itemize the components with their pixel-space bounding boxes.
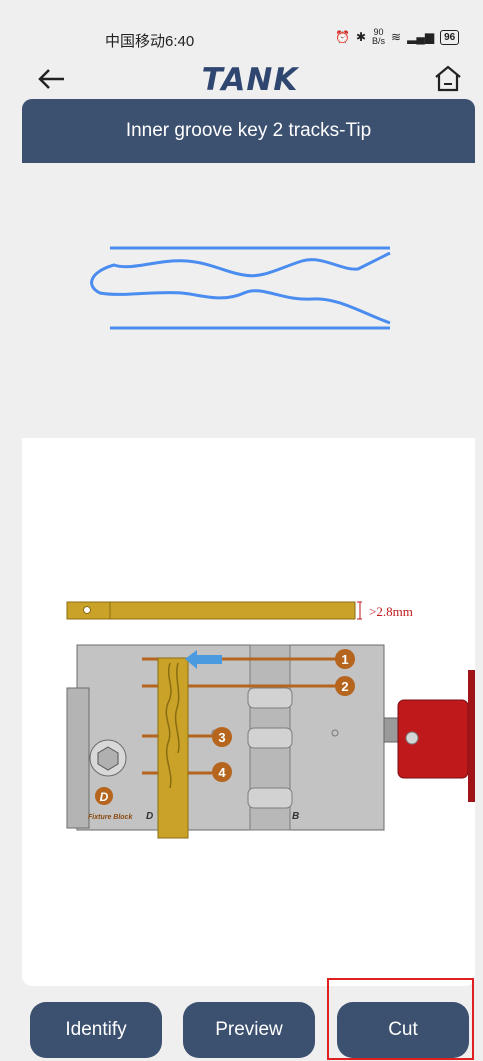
letter-d: D xyxy=(146,811,153,822)
network-speed: 90 B/s xyxy=(372,27,386,46)
svg-text:3: 3 xyxy=(218,730,225,745)
preview-button[interactable]: Preview xyxy=(183,1002,315,1058)
slot-badge-3: 3 xyxy=(212,727,232,747)
status-icons: ⏰ ✱ 90 B/s ≋ ▂▄▆ 96 xyxy=(335,27,460,46)
identify-button[interactable]: Identify xyxy=(30,1002,162,1058)
svg-text:1: 1 xyxy=(341,652,348,667)
thickness-label: >2.8mm xyxy=(369,604,413,619)
carrier-time: 中国移动6:40 xyxy=(105,33,195,50)
battery-indicator: 96 xyxy=(440,29,460,45)
letter-b: B xyxy=(292,811,299,822)
cut-button-highlight xyxy=(327,978,474,1060)
slot-badge-2: 2 xyxy=(335,676,355,696)
slot-badge-4: 4 xyxy=(212,762,232,782)
page-title: Inner groove key 2 tracks-Tip xyxy=(125,120,372,141)
wifi-icon: ≋ xyxy=(391,30,402,44)
alarm-icon: ⏰ xyxy=(335,30,350,44)
key-profile-drawing xyxy=(90,246,391,330)
slot-badge-1: 1 xyxy=(335,649,355,669)
fixture-block-name: Fixture Block xyxy=(88,814,133,821)
inserted-key xyxy=(157,657,189,839)
app-bar: TANK xyxy=(0,60,483,102)
back-arrow-icon[interactable] xyxy=(36,63,68,95)
fixture-diagram-card: >2.8mm D Fixture Block D B 1 2 3 4 xyxy=(22,438,475,986)
block-letter: D xyxy=(100,790,109,804)
fixture-diagram: >2.8mm D Fixture Block D B 1 2 3 4 xyxy=(66,601,475,839)
bluetooth-icon: ✱ xyxy=(355,30,367,44)
status-bar: 中国移动6:40 ⏰ ✱ 90 B/s ≋ ▂▄▆ 96 xyxy=(0,0,483,58)
red-clamp xyxy=(383,670,475,802)
key-profile-area xyxy=(22,163,475,438)
app-logo: TANK xyxy=(201,62,299,98)
home-icon[interactable] xyxy=(433,63,463,95)
page-title-bar: Inner groove key 2 tracks-Tip xyxy=(22,99,475,163)
signal-icon: ▂▄▆ xyxy=(407,30,435,44)
key-blank-side-view: >2.8mm xyxy=(66,601,413,620)
svg-text:4: 4 xyxy=(218,765,226,780)
svg-text:2: 2 xyxy=(341,679,348,694)
